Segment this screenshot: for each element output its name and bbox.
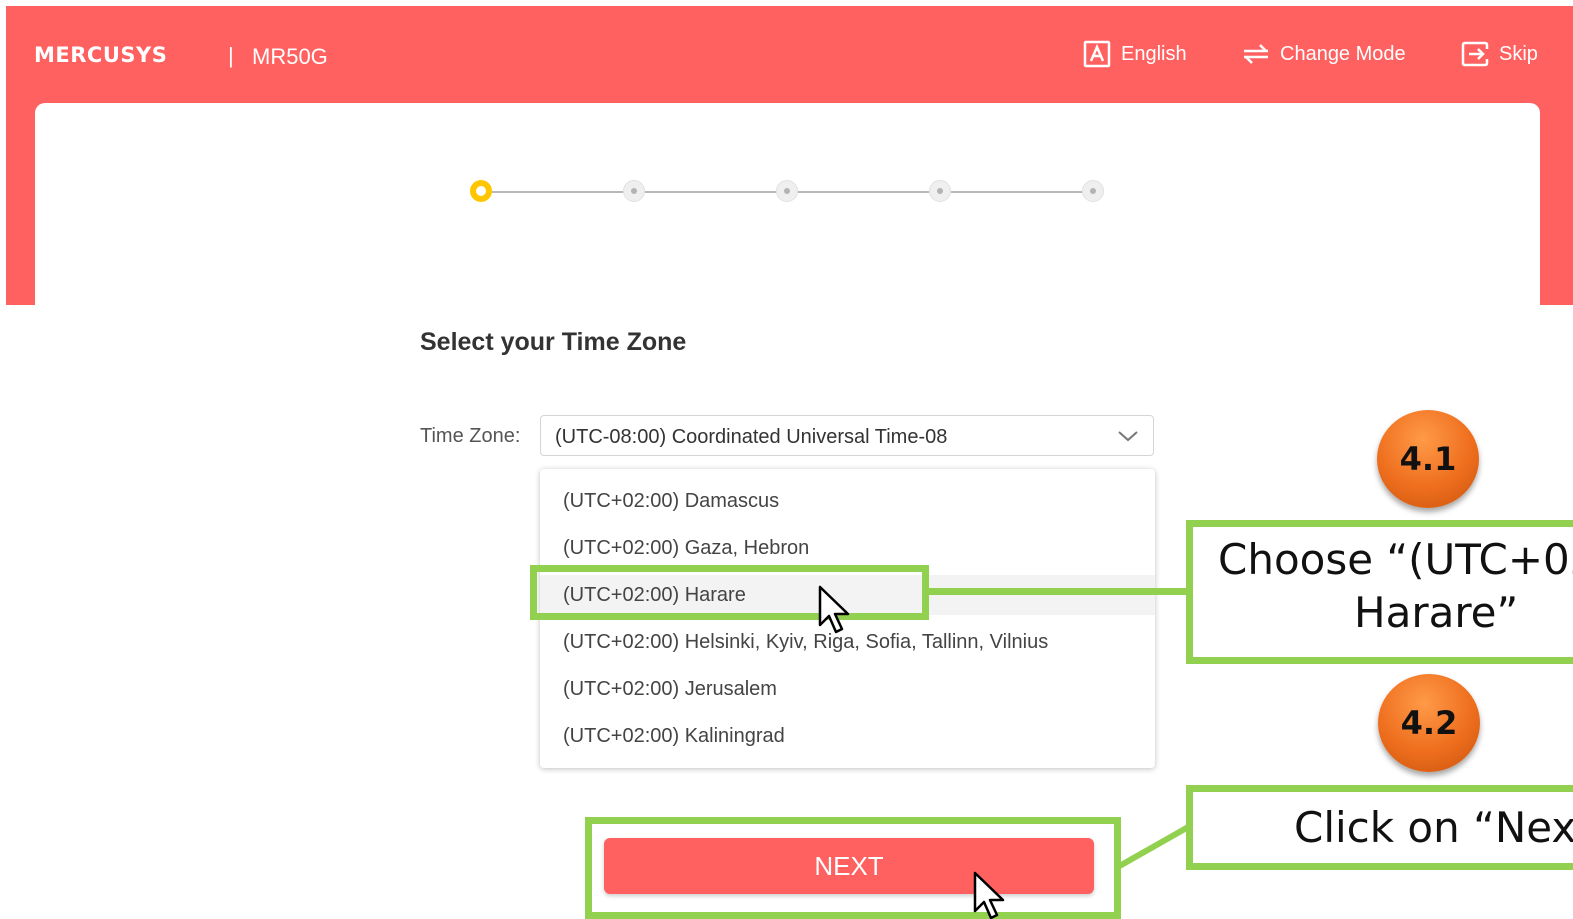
step-dot-5: [1082, 180, 1104, 202]
time-zone-option[interactable]: (UTC+02:00) Damascus: [540, 481, 1155, 521]
time-zone-selected-value: (UTC-08:00) Coordinated Universal Time-0…: [555, 426, 948, 448]
step-badge-4-1: 4.1: [1377, 410, 1479, 508]
skip-button[interactable]: Skip: [1461, 38, 1538, 70]
change-mode-button[interactable]: Change Mode: [1242, 38, 1406, 70]
mouse-pointer-icon: [973, 871, 1005, 919]
callout-next-text: Click on “Next: [1294, 803, 1573, 852]
step-dot-1: [470, 180, 492, 202]
time-zone-option[interactable]: (UTC+02:00) Jerusalem: [540, 669, 1155, 709]
mouse-pointer-icon: [818, 585, 850, 634]
skip-label: Skip: [1499, 42, 1538, 65]
step-dot-2: [623, 180, 645, 202]
step-dot-4: [929, 180, 951, 202]
language-icon: [1083, 40, 1111, 68]
callout-connector-2: [1114, 823, 1192, 871]
skip-icon: [1461, 41, 1489, 67]
language-button[interactable]: English: [1083, 38, 1187, 70]
progress-stepper: [470, 178, 1110, 206]
callout-choose-text: Choose “(UTC+02 Harare”: [1194, 535, 1573, 637]
model-name: MR50G: [252, 44, 328, 69]
logo-separator: |: [228, 43, 234, 68]
time-zone-option[interactable]: (UTC+02:00) Gaza, Hebron: [540, 528, 1155, 568]
callout-choose-line1: Choose “(UTC+02: [1218, 535, 1573, 584]
time-zone-label: Time Zone:: [420, 425, 521, 447]
chevron-down-icon: [1118, 431, 1138, 442]
brand-logo: MERCUSYS: [34, 43, 168, 67]
step-badge-4-2: 4.2: [1378, 674, 1480, 772]
step-dot-3: [776, 180, 798, 202]
callout-connector-1: [927, 588, 1189, 595]
language-label: English: [1121, 42, 1187, 65]
change-mode-label: Change Mode: [1280, 42, 1406, 65]
time-zone-option[interactable]: (UTC+02:00) Kaliningrad: [540, 716, 1155, 756]
harare-highlight-box: [530, 565, 929, 620]
change-mode-icon: [1244, 44, 1268, 64]
time-zone-select[interactable]: (UTC-08:00) Coordinated Universal Time-0…: [540, 415, 1154, 456]
callout-choose-line2: Harare”: [1354, 588, 1519, 637]
page-title: Select your Time Zone: [420, 328, 687, 356]
next-button[interactable]: NEXT: [604, 838, 1094, 894]
